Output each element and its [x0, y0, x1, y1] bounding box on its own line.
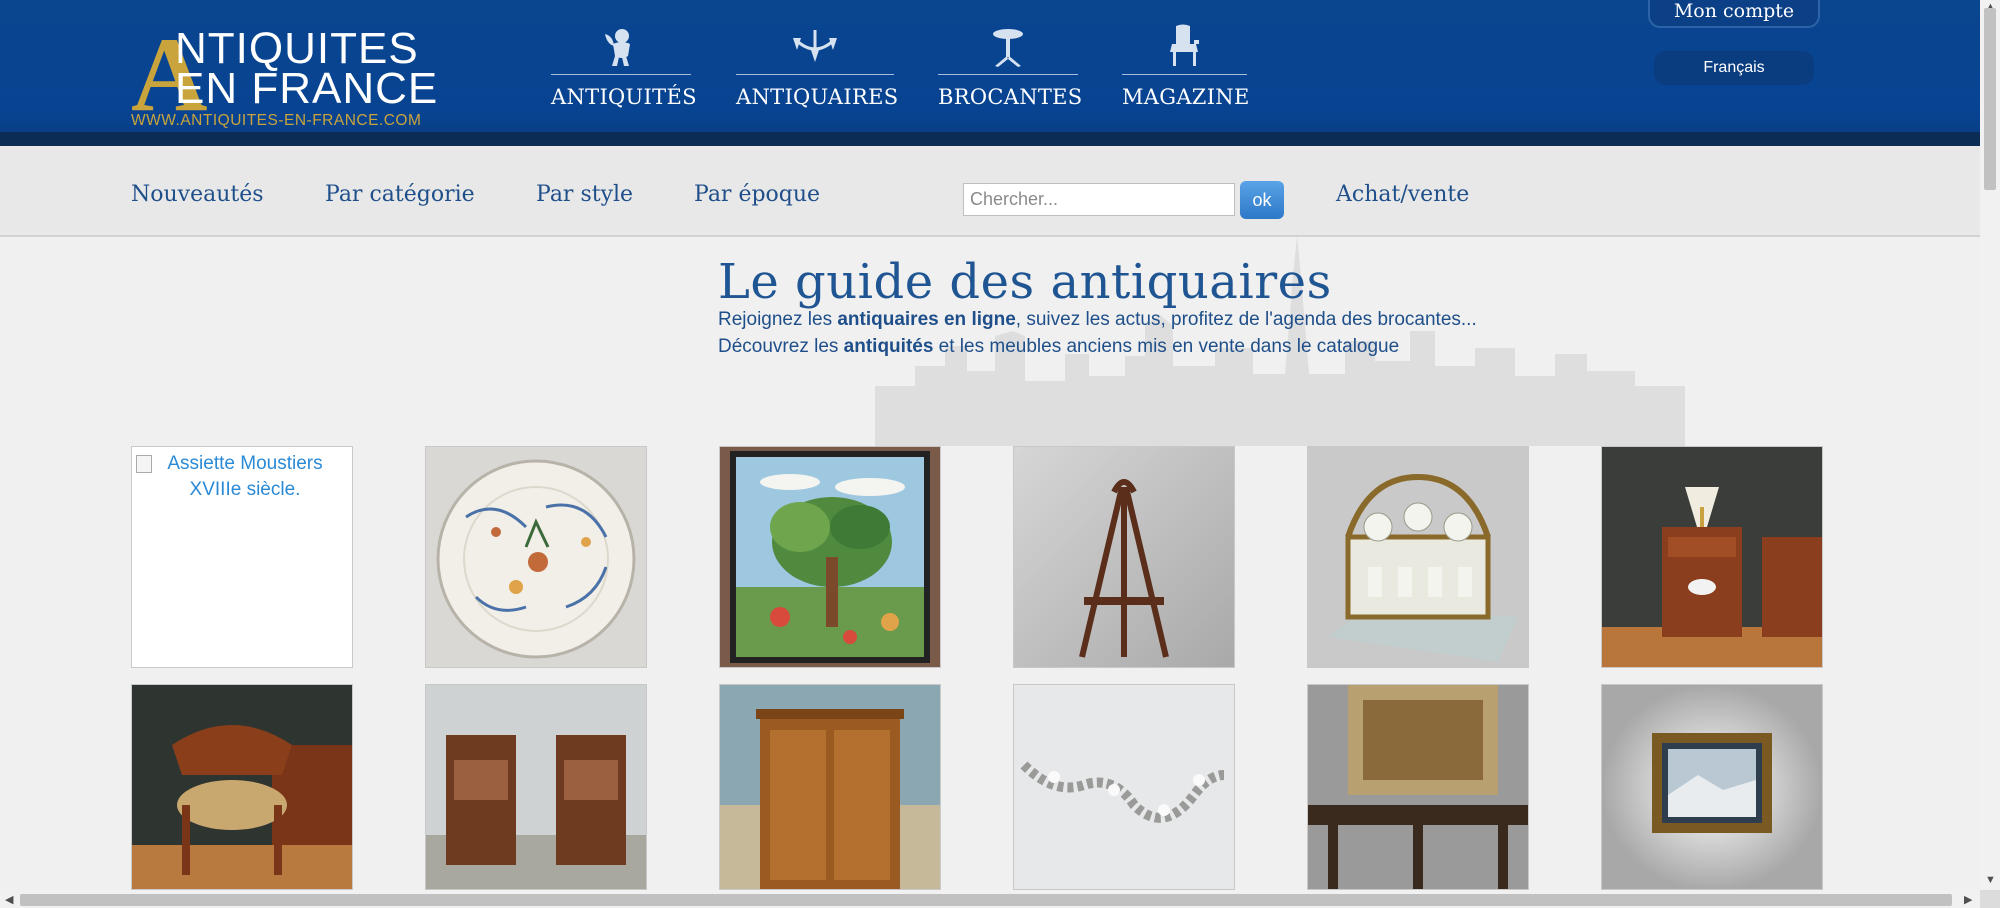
- tapestry-tree-image: [720, 447, 940, 667]
- product-image-alt: Assiette Moustiers XVIIIe siècle.: [136, 451, 340, 503]
- scroll-right-icon[interactable]: ▶: [1964, 893, 1972, 906]
- product-card-11[interactable]: [1307, 684, 1529, 890]
- page-title: Le guide des antiquaires: [718, 254, 1332, 310]
- vertical-scrollbar[interactable]: ▲ ▼: [1980, 0, 2000, 890]
- pedestal-table-icon: [938, 22, 1078, 68]
- account-button[interactable]: Mon compte: [1648, 0, 1820, 28]
- nav-antiquites-label: ANTIQUITÉS: [551, 85, 697, 109]
- header-divider: [0, 132, 1980, 146]
- faience-plate-image: [426, 447, 646, 667]
- nav-antiquites[interactable]: ANTIQUITÉS: [551, 22, 697, 109]
- language-selector[interactable]: Français: [1654, 51, 1814, 85]
- broken-image-icon: [136, 455, 152, 473]
- logo-line-2: EN FRANCE: [175, 64, 439, 113]
- link-antiquaires-en-ligne[interactable]: antiquaires en ligne: [837, 309, 1015, 330]
- long-table-tapestry-image: [1308, 685, 1528, 889]
- link-antiquites[interactable]: antiquités: [844, 336, 934, 357]
- product-card-12[interactable]: [1601, 684, 1823, 890]
- product-card-5[interactable]: [1307, 446, 1529, 668]
- nav-magazine[interactable]: MAGAZINE: [1122, 22, 1250, 109]
- horizontal-scroll-thumb[interactable]: [20, 894, 1952, 906]
- intro-line-1: Rejoignez les antiquaires en ligne, suiv…: [718, 309, 1477, 330]
- easel-image: [1014, 447, 1234, 667]
- logo-url: WWW.ANTIQUITES-EN-FRANCE.COM: [131, 112, 422, 129]
- search-input[interactable]: [963, 183, 1235, 216]
- pair-nightstands-image: [426, 685, 646, 889]
- liquor-cabinet-image: [1308, 447, 1528, 667]
- site-logo[interactable]: A NTIQUITES EN FRANCE WWW.ANTIQUITES-EN-…: [131, 22, 441, 132]
- cherub-icon: [551, 22, 691, 68]
- armchair-icon: [1122, 22, 1247, 68]
- product-card-4[interactable]: [1013, 446, 1235, 668]
- scrollbar-corner: [1980, 890, 2000, 908]
- secondary-nav: Nouveautés Par catégorie Par style Par é…: [0, 146, 1980, 237]
- nav-par-epoque[interactable]: Par époque: [694, 182, 820, 207]
- nav-par-categorie[interactable]: Par catégorie: [325, 182, 475, 207]
- nav-brocantes-label: BROCANTES: [938, 85, 1083, 109]
- scroll-down-icon[interactable]: ▼: [1985, 874, 1996, 886]
- office-armchair-image: [132, 685, 352, 889]
- nav-par-style[interactable]: Par style: [536, 182, 633, 207]
- product-card-10[interactable]: [1013, 684, 1235, 890]
- horizontal-scrollbar[interactable]: ◀ ▶: [0, 890, 1980, 908]
- framed-painting-image: [1602, 685, 1822, 889]
- product-card-7[interactable]: [131, 684, 353, 890]
- nav-magazine-label: MAGAZINE: [1122, 85, 1250, 109]
- product-card-3[interactable]: [719, 446, 941, 668]
- nav-brocantes[interactable]: BROCANTES: [938, 22, 1083, 109]
- nav-antiquaires[interactable]: ANTIQUAIRES: [736, 22, 899, 109]
- product-card-2[interactable]: [425, 446, 647, 668]
- scroll-left-icon[interactable]: ◀: [5, 893, 13, 906]
- product-card-1[interactable]: Assiette Moustiers XVIIIe siècle.: [131, 446, 353, 668]
- chandelier-icon: [736, 22, 894, 68]
- vertical-scroll-thumb[interactable]: [1984, 8, 1996, 190]
- wooden-cabinet-image: [720, 685, 940, 889]
- nav-nouveautes[interactable]: Nouveautés: [131, 182, 264, 207]
- search-button[interactable]: ok: [1240, 181, 1284, 219]
- site-header: A NTIQUITES EN FRANCE WWW.ANTIQUITES-EN-…: [0, 0, 1980, 146]
- product-card-6[interactable]: [1601, 446, 1823, 668]
- nav-achat-vente[interactable]: Achat/vente: [1336, 182, 1469, 207]
- bedside-table-lamp-image: [1602, 447, 1822, 667]
- product-card-8[interactable]: [425, 684, 647, 890]
- product-card-9[interactable]: [719, 684, 941, 890]
- bracelet-image: [1014, 685, 1234, 889]
- nav-antiquaires-label: ANTIQUAIRES: [736, 85, 899, 109]
- intro-line-2: Découvrez les antiquités et les meubles …: [718, 336, 1400, 357]
